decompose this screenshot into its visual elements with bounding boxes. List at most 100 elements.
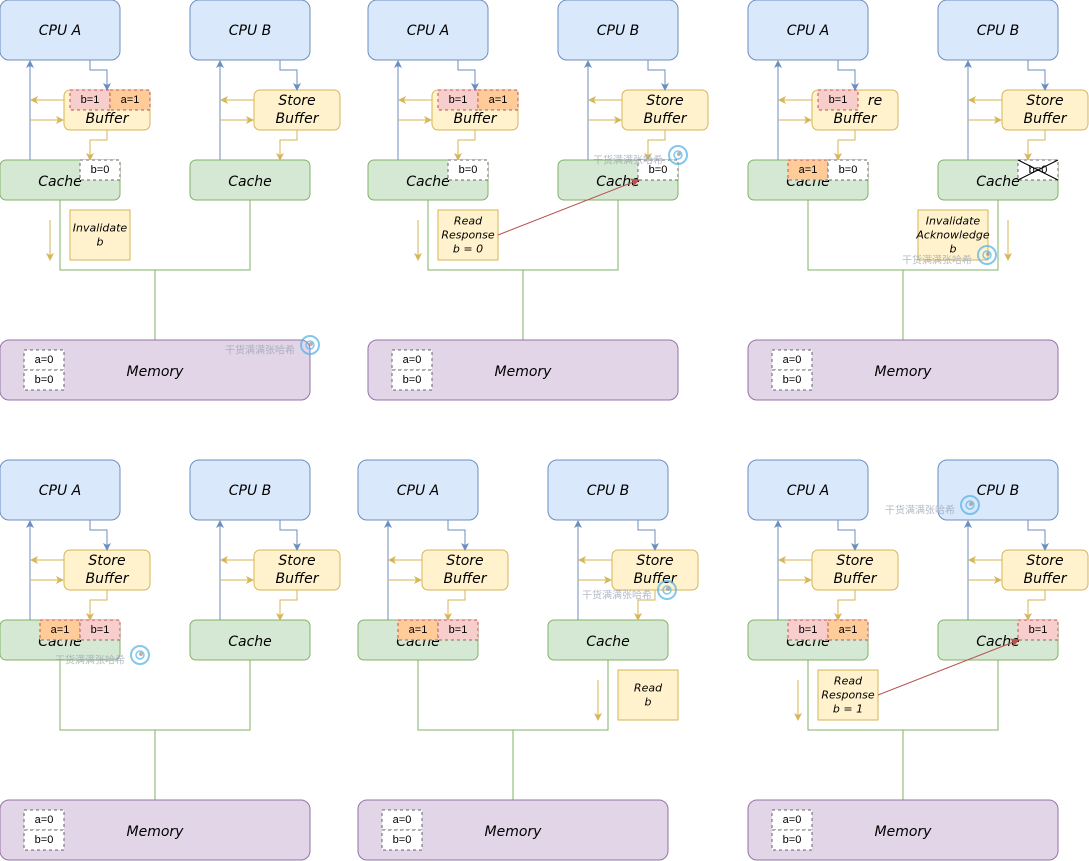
watermark-text: 干货满满张哈希	[902, 254, 972, 267]
store-buffer-label-line1: Store	[278, 93, 315, 109]
cpu-a-label: CPU A	[39, 23, 82, 39]
buffer-entry-0-label: b=1	[829, 94, 848, 106]
memory-entry-a-label: a=0	[783, 354, 802, 366]
watermark-icon-dot	[969, 502, 973, 506]
cpu-a-column: CPU AStoreBufferCachea=1 b=1	[0, 459, 151, 661]
bus-message: InvalidateAcknowledgeb	[915, 209, 1012, 261]
buffer-flush-arrow	[1024, 130, 1046, 161]
cache-a-entry-1-label: b=0	[839, 164, 858, 176]
cpu-write-arrow	[89, 60, 111, 91]
buffer-flush-arrow	[444, 590, 466, 621]
cpu-a-column: CPU AreBufferb=1Cachea=1 b=0	[747, 0, 899, 201]
memory-entry-a: a=0	[381, 809, 423, 831]
buffer-flush-arrow	[86, 130, 108, 161]
buffer-entry-0-label: b=1	[449, 94, 468, 106]
watermark-icon-dot	[677, 152, 681, 156]
system-bus	[417, 660, 609, 731]
buffer-flush-arrow	[1024, 590, 1046, 621]
buffer-flush-arrow	[86, 590, 108, 621]
cpu-a-label: CPU A	[407, 23, 450, 39]
memory-label: Memory	[485, 824, 543, 840]
cache-a-entry-0: b=0	[447, 159, 489, 181]
cache-a-entry-0-label: a=1	[799, 164, 818, 176]
buffer-entry-1: a=1	[477, 89, 519, 111]
store-buffer-label-line2: Buffer	[454, 111, 498, 127]
buffer-entry-1: a=1	[109, 89, 151, 111]
cpu-b-label: CPU B	[977, 483, 1020, 499]
cpu-write-arrow	[837, 60, 859, 91]
cache-a-entry-0: a=1	[397, 619, 439, 641]
cache-a-label: Cache	[406, 174, 450, 190]
cache-b-label: Cache	[586, 634, 630, 650]
message-line-1: Acknowledge	[915, 229, 989, 242]
cache-a-entry-0: a=1	[787, 159, 829, 181]
cpu-write-arrow	[1027, 60, 1049, 91]
cpu-a-label: CPU A	[39, 483, 82, 499]
watermark-text: 干货满满张哈希	[885, 504, 955, 517]
buffer-entry-0: b=1	[69, 89, 111, 111]
store-buffer-label-line2: Buffer	[644, 111, 688, 127]
store-buffer-label-partial: re	[868, 93, 882, 109]
memory-entry-b: b=0	[381, 829, 423, 851]
watermark-text: 干货满满张哈希	[593, 154, 663, 167]
store-buffer-label-line2: Buffer	[444, 571, 488, 587]
panel-2: CPU A Buffer b=1 a=1 Cache b=0 CPU B Store Buffe…	[367, 0, 709, 401]
buffer-flush-arrow	[454, 130, 476, 161]
memory-label: Memory	[127, 364, 185, 380]
cpu-write-arrow	[637, 520, 659, 551]
message-line-0: Read	[834, 675, 863, 688]
memory: Memory a=0 b=0	[747, 799, 1059, 861]
cpu-b-label: CPU B	[229, 23, 272, 39]
memory-entry-b: b=0	[391, 369, 433, 391]
cache-a-entry-1: b=1	[79, 619, 121, 641]
cpu-a-label: CPU A	[787, 23, 830, 39]
cpu-b-column: CPU B Store Buffer Cache	[189, 0, 341, 201]
watermark-text: 干货满满张哈希	[55, 654, 125, 667]
memory-entry-b: b=0	[771, 829, 813, 851]
memory-entry-a: a=0	[23, 349, 65, 371]
watermark-icon-dot	[666, 587, 670, 591]
cache-a-entry-0: b=0	[79, 159, 121, 181]
cpu-b-column: CPU B Store Buffer Cache	[547, 459, 699, 661]
cache-a-entry-1-label: b=1	[449, 624, 468, 636]
cache-b-entry-0: b=0	[1017, 159, 1059, 181]
panel-1: CPU A Buffer b=1 a=1 Cache b=0 CPU B Store Buffe…	[0, 0, 341, 401]
cpu-b-label: CPU B	[229, 483, 272, 499]
watermark-text: 干货满满张哈希	[582, 589, 652, 602]
message-line-0: Read	[634, 682, 663, 695]
memory-entry-b: b=0	[771, 369, 813, 391]
cache-a-entry-1-label: b=1	[91, 624, 110, 636]
cache-a-entry-1: b=0	[827, 159, 869, 181]
memory: Memory a=0 b=0	[367, 339, 679, 401]
cpu-a-column: CPU A Buffer b=1 a=1 Cache b=0	[367, 0, 519, 201]
cpu-b-label: CPU B	[977, 23, 1020, 39]
buffer-entry-1-label: a=1	[489, 94, 508, 106]
cache-a-entry-0-label: b=0	[459, 164, 478, 176]
watermark-text: 干货满满张哈希	[225, 344, 295, 357]
memory-label: Memory	[875, 364, 933, 380]
store-buffer-label-line1: Store	[278, 553, 315, 569]
memory-label: Memory	[127, 824, 185, 840]
message-line-0: Invalidate	[926, 215, 981, 228]
cpu-b-label: CPU B	[587, 483, 630, 499]
store-buffer-label-line2: Buffer	[276, 111, 320, 127]
memory-entry-b-label: b=0	[783, 834, 802, 846]
cpu-a-column: CPU A Buffer b=1 a=1 Cache b=0	[0, 0, 151, 201]
memory-label: Memory	[875, 824, 933, 840]
store-buffer-label-line1: Store	[636, 553, 673, 569]
cache-a-entry-0-label: b=0	[91, 164, 110, 176]
buffer-entry-0: b=1	[817, 89, 859, 111]
buffer-entry-1-label: a=1	[121, 94, 140, 106]
cpu-b-column: CPU B Store Buffer Cache	[189, 459, 341, 661]
cpu-write-arrow	[447, 520, 469, 551]
cache-b-entry-0: b=1	[1017, 619, 1059, 641]
cache-a-entry-1: a=1	[827, 619, 869, 641]
store-buffer-label-line2: Buffer	[834, 111, 878, 127]
watermark: 干货满满张哈希	[593, 145, 688, 167]
memory-entry-a-label: a=0	[35, 354, 54, 366]
memory-entry-a: a=0	[771, 349, 813, 371]
store-buffer-label-line2: Buffer	[1024, 571, 1068, 587]
store-buffer-label-line1: Store	[1026, 553, 1063, 569]
memory-entry-b-label: b=0	[35, 374, 54, 386]
cache-b-label: Cache	[228, 634, 272, 650]
